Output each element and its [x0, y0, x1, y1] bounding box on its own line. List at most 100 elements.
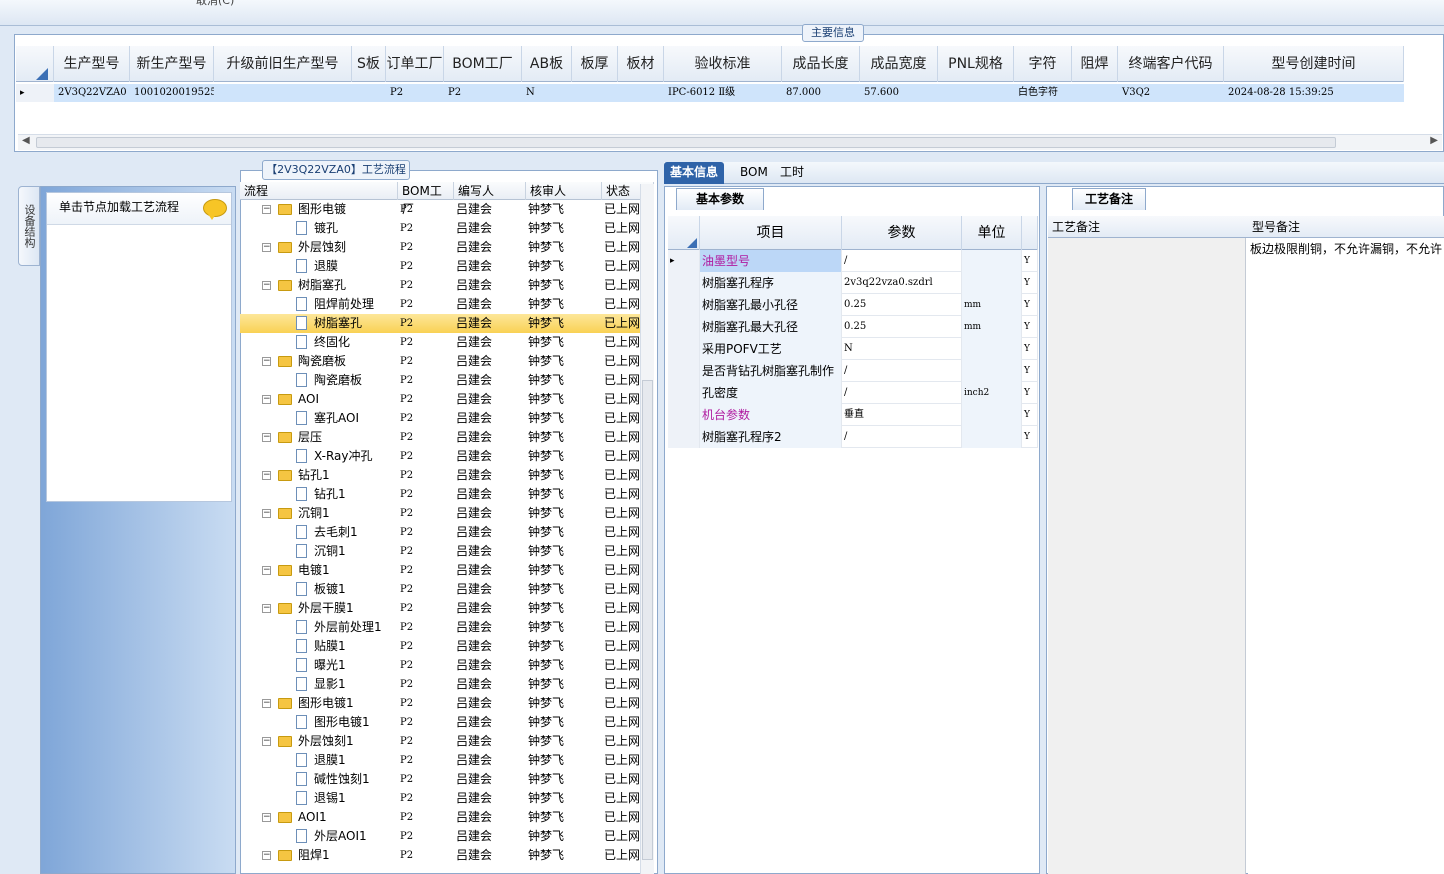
tree-node[interactable]: 退膜: [240, 257, 398, 276]
params-row[interactable]: 是否背钻孔树脂塞孔制作 / Y: [668, 360, 1038, 382]
tree-row[interactable]: 板镀1 P2 吕建会 钟梦飞 已上网: [240, 580, 640, 599]
col-header[interactable]: 新生产型号: [130, 46, 214, 82]
col-header[interactable]: 终端客户代码: [1118, 46, 1224, 82]
tree-col-header[interactable]: BOM工厂: [398, 182, 454, 216]
tree-row[interactable]: − 陶瓷磨板 P2 吕建会 钟梦飞 已上网: [240, 352, 640, 371]
collapse-icon[interactable]: −: [262, 243, 271, 252]
tree-row[interactable]: − 图形电镀 P2 吕建会 钟梦飞 已上网: [240, 200, 640, 219]
param-value[interactable]: 2v3q22vza0.szdrl: [842, 272, 962, 294]
param-value[interactable]: N: [842, 338, 962, 360]
param-value[interactable]: /: [842, 426, 962, 448]
main-horizontal-scrollbar[interactable]: ◀ ▶: [18, 134, 1442, 150]
collapse-icon[interactable]: −: [262, 205, 271, 214]
grid-cell[interactable]: 87.000: [782, 84, 860, 102]
params-row[interactable]: 机台参数 垂直 Y: [668, 404, 1038, 426]
col-header[interactable]: 生产型号: [54, 46, 130, 82]
tree-row[interactable]: − 外层蚀刻1 P2 吕建会 钟梦飞 已上网: [240, 732, 640, 751]
params-col-header[interactable]: 单位: [962, 216, 1022, 250]
tree-row[interactable]: 退锡1 P2 吕建会 钟梦飞 已上网: [240, 789, 640, 808]
grid-cell[interactable]: 白色字符: [1014, 84, 1072, 102]
tree-node[interactable]: 陶瓷磨板: [240, 371, 398, 390]
collapse-icon[interactable]: −: [262, 737, 271, 746]
collapse-icon[interactable]: −: [262, 509, 271, 518]
tree-node[interactable]: − 外层干膜1: [240, 599, 398, 618]
collapse-icon[interactable]: −: [262, 699, 271, 708]
params-row[interactable]: 树脂塞孔最大孔径 0.25 mm Y: [668, 316, 1038, 338]
model-remark-field[interactable]: 板边极限削铜，不允许漏铜，不允许: [1248, 238, 1444, 874]
scroll-thumb[interactable]: [36, 137, 1336, 148]
tree-scroll-thumb[interactable]: [642, 380, 653, 860]
params-row[interactable]: ▸ 油墨型号 / Y: [668, 250, 1038, 272]
grid-cell[interactable]: P2: [386, 84, 444, 102]
col-header[interactable]: AB板: [522, 46, 572, 82]
tab-basic-info[interactable]: 基本信息: [664, 162, 725, 184]
col-header[interactable]: 型号创建时间: [1224, 46, 1404, 82]
tree-node[interactable]: 树脂塞孔: [240, 314, 398, 333]
tree-node[interactable]: 退膜1: [240, 751, 398, 770]
grid-cell[interactable]: N: [522, 84, 572, 102]
tree-row[interactable]: 终固化 P2 吕建会 钟梦飞 已上网: [240, 333, 640, 352]
col-header[interactable]: BOM工厂: [444, 46, 522, 82]
process-remark-field[interactable]: [1048, 238, 1246, 874]
param-value[interactable]: 0.25: [842, 294, 962, 316]
tree-node[interactable]: − 电镀1: [240, 561, 398, 580]
tree-node[interactable]: 板镀1: [240, 580, 398, 599]
param-value[interactable]: /: [842, 250, 962, 272]
collapse-icon[interactable]: −: [262, 281, 271, 290]
tree-col-header[interactable]: 核审人: [526, 182, 602, 200]
tree-row[interactable]: − 电镀1 P2 吕建会 钟梦飞 已上网: [240, 561, 640, 580]
grid-cell[interactable]: 10010200195255: [130, 84, 214, 102]
grid-cell[interactable]: V3Q2: [1118, 84, 1224, 102]
tree-row[interactable]: − 外层蚀刻 P2 吕建会 钟梦飞 已上网: [240, 238, 640, 257]
tree-node[interactable]: − 外层蚀刻1: [240, 732, 398, 751]
tab-work-hours[interactable]: 工时: [774, 162, 810, 184]
grid-cell[interactable]: P2: [444, 84, 522, 102]
tree-row[interactable]: − 树脂塞孔 P2 吕建会 钟梦飞 已上网: [240, 276, 640, 295]
tree-node[interactable]: − 阻焊1: [240, 846, 398, 865]
tree-node[interactable]: − 树脂塞孔: [240, 276, 398, 295]
tree-node[interactable]: − 图形电镀: [240, 200, 398, 219]
tree-row[interactable]: 钻孔1 P2 吕建会 钟梦飞 已上网: [240, 485, 640, 504]
col-header[interactable]: 升级前旧生产型号: [214, 46, 352, 82]
tree-row[interactable]: 沉铜1 P2 吕建会 钟梦飞 已上网: [240, 542, 640, 561]
grid-cell[interactable]: [618, 84, 664, 102]
tree-row[interactable]: 树脂塞孔 P2 吕建会 钟梦飞 已上网: [240, 314, 640, 333]
collapse-icon[interactable]: −: [262, 604, 271, 613]
vtab-equipment-structure[interactable]: 设备结构: [18, 186, 40, 266]
col-header[interactable]: 订单工厂: [386, 46, 444, 82]
tree-vertical-scrollbar[interactable]: [640, 184, 654, 874]
scroll-left-icon[interactable]: ◀: [22, 135, 30, 146]
collapse-icon[interactable]: −: [262, 433, 271, 442]
tree-row[interactable]: 曝光1 P2 吕建会 钟梦飞 已上网: [240, 656, 640, 675]
params-col-header[interactable]: 项目: [700, 216, 842, 250]
remarks-tab[interactable]: 工艺备注: [1072, 188, 1146, 210]
param-value[interactable]: 垂直: [842, 404, 962, 426]
tree-node[interactable]: − 沉铜1: [240, 504, 398, 523]
col-header[interactable]: 阻焊: [1072, 46, 1118, 82]
col-header[interactable]: 成品长度: [782, 46, 860, 82]
basic-params-tab[interactable]: 基本参数: [676, 188, 764, 210]
grid-cell[interactable]: [938, 84, 1014, 102]
collapse-icon[interactable]: −: [262, 471, 271, 480]
tree-row[interactable]: 显影1 P2 吕建会 钟梦飞 已上网: [240, 675, 640, 694]
tree-node[interactable]: 阻焊前处理: [240, 295, 398, 314]
collapse-icon[interactable]: −: [262, 566, 271, 575]
tree-row[interactable]: − AOI1 P2 吕建会 钟梦飞 已上网: [240, 808, 640, 827]
tree-node[interactable]: 碱性蚀刻1: [240, 770, 398, 789]
params-row[interactable]: 孔密度 / inch2 Y: [668, 382, 1038, 404]
collapse-icon[interactable]: −: [262, 813, 271, 822]
tree-node[interactable]: 钻孔1: [240, 485, 398, 504]
tree-node[interactable]: 终固化: [240, 333, 398, 352]
tree-node[interactable]: 贴膜1: [240, 637, 398, 656]
col-header[interactable]: PNL规格: [938, 46, 1014, 82]
collapse-icon[interactable]: −: [262, 395, 271, 404]
tree-node[interactable]: 塞孔AOI: [240, 409, 398, 428]
col-header[interactable]: S板: [352, 46, 386, 82]
params-row[interactable]: 采用POFV工艺 N Y: [668, 338, 1038, 360]
tree-node[interactable]: − 陶瓷磨板: [240, 352, 398, 371]
col-header[interactable]: 板材: [618, 46, 664, 82]
tree-row[interactable]: 外层前处理1 P2 吕建会 钟梦飞 已上网: [240, 618, 640, 637]
tree-node[interactable]: − AOI1: [240, 808, 398, 827]
tree-node[interactable]: 外层前处理1: [240, 618, 398, 637]
tree-node[interactable]: 去毛刺1: [240, 523, 398, 542]
